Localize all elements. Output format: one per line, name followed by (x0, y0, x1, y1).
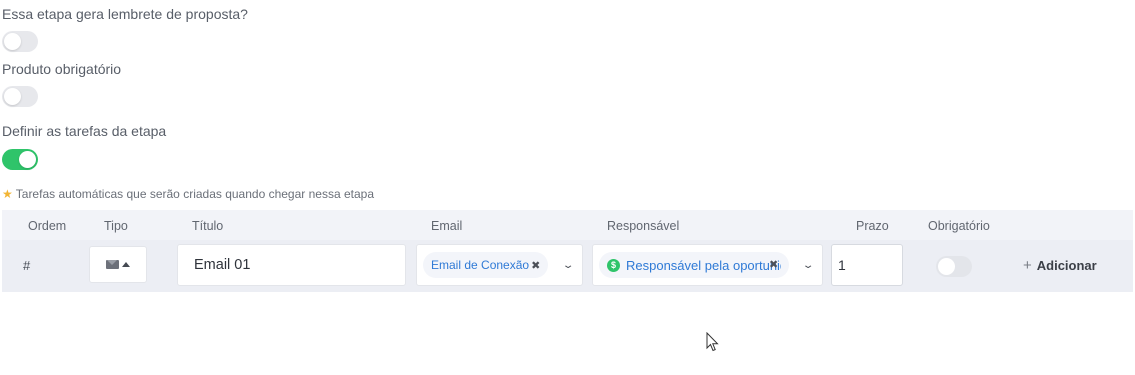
header-responsavel: Responsável (607, 219, 680, 233)
required-toggle[interactable] (936, 256, 972, 277)
responsible-value: Responsável pela oportunidade (626, 257, 781, 273)
toggle-knob (4, 33, 21, 50)
responsible-chip: $ Responsável pela oportunidade ✖ (599, 252, 789, 278)
header-prazo: Prazo (856, 219, 889, 233)
table-row: # Email 01 Email de Conexão ✖ ⌄ $ Respon… (2, 240, 1133, 292)
product-required-toggle[interactable] (2, 86, 38, 107)
add-task-label: Adicionar (1036, 258, 1097, 273)
remove-responsible-icon[interactable]: ✖ (769, 258, 778, 271)
task-title-input[interactable]: Email 01 (177, 244, 406, 286)
tasks-table-header: Ordem Tipo Título Email Responsável Praz… (2, 210, 1133, 240)
product-required-label: Produto obrigatório (2, 61, 122, 77)
header-ordem: Ordem (28, 219, 67, 233)
row-order: # (23, 258, 31, 273)
header-tipo: Tipo (104, 219, 128, 233)
define-tasks-toggle[interactable] (2, 149, 38, 170)
email-template-select[interactable]: Email de Conexão ✖ ⌄ (416, 244, 583, 286)
proposal-reminder-label: Essa etapa gera lembrete de proposta? (2, 6, 248, 22)
email-template-chip: Email de Conexão ✖ (423, 252, 549, 278)
responsible-select[interactable]: $ Responsável pela oportunidade ✖ ⌄ (592, 244, 823, 286)
toggle-knob (938, 258, 955, 275)
caret-up-icon (122, 262, 130, 267)
add-task-button[interactable]: + Adicionar (1023, 257, 1097, 274)
proposal-reminder-toggle[interactable] (2, 31, 38, 52)
remove-email-icon[interactable]: ✖ (531, 259, 540, 272)
header-email: Email (431, 219, 463, 233)
header-obrigatorio: Obrigatório (928, 219, 990, 233)
chevron-down-icon[interactable]: ⌄ (562, 260, 575, 271)
header-titulo: Título (192, 219, 224, 233)
auto-tasks-hint: ★ Tarefas automáticas que serão criadas … (2, 187, 374, 201)
dollar-icon: $ (607, 258, 620, 272)
toggle-knob (19, 151, 36, 168)
task-type-select[interactable] (89, 246, 147, 283)
chevron-down-icon[interactable]: ⌄ (802, 260, 815, 271)
envelope-icon (106, 260, 119, 269)
deadline-input[interactable]: 1 (831, 244, 903, 286)
auto-tasks-hint-text: Tarefas automáticas que serão criadas qu… (15, 187, 374, 201)
mouse-cursor-icon (706, 332, 719, 352)
star-icon: ★ (2, 187, 13, 201)
define-tasks-label: Definir as tarefas da etapa (2, 123, 167, 139)
toggle-knob (4, 88, 21, 105)
email-template-value: Email de Conexão (431, 258, 530, 272)
plus-icon: + (1023, 257, 1032, 274)
